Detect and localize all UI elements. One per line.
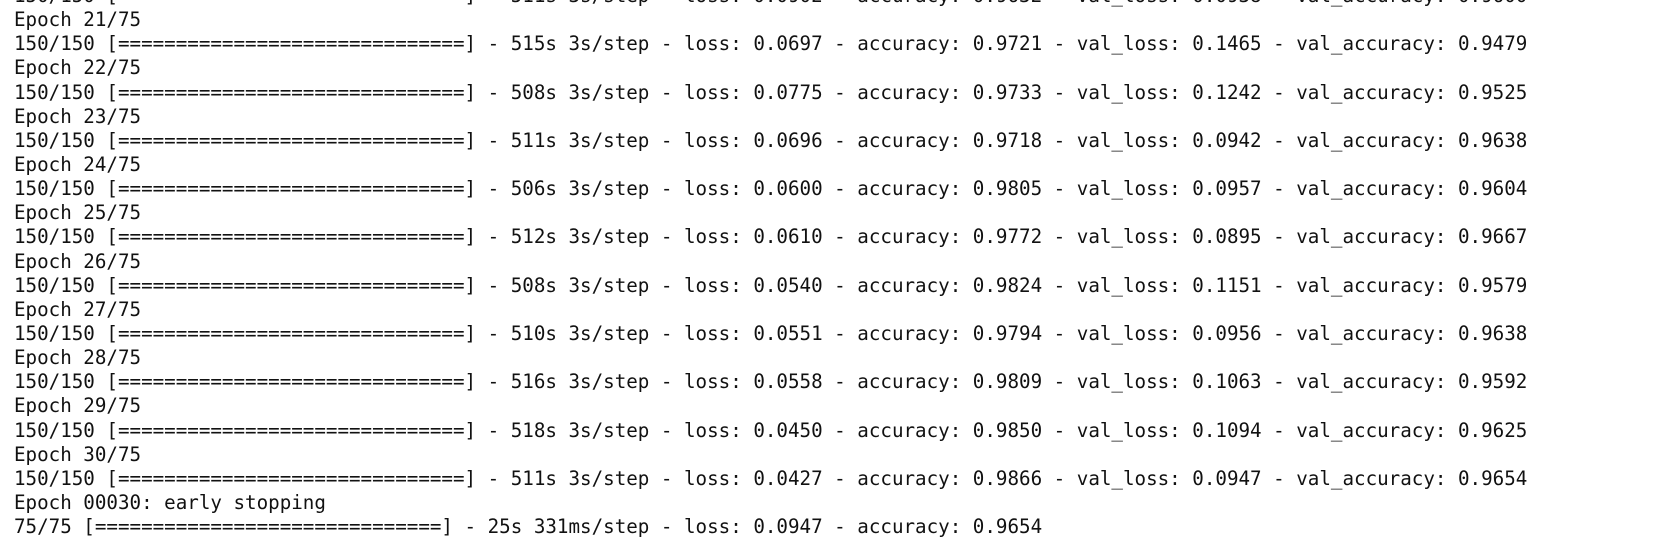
log-line-progress-30: 150/150 [==============================]…: [14, 466, 1528, 490]
log-line-early-stopping: Epoch 00030: early stopping: [14, 490, 326, 514]
log-line-epoch-25: Epoch 25/75: [14, 201, 142, 225]
log-line-epoch-22: Epoch 22/75: [14, 56, 142, 80]
log-line-progress-22: 150/150 [==============================]…: [14, 80, 1528, 104]
log-line-epoch-23: Epoch 23/75: [14, 104, 142, 128]
log-line-progress-20: 150/150 [==============================]…: [14, 0, 1527, 8]
log-line-epoch-21: Epoch 21/75: [14, 8, 142, 32]
terminal-output: 150/150 [==============================]…: [14, 0, 1527, 539]
log-line-progress-28: 150/150 [==============================]…: [14, 370, 1528, 394]
log-line-epoch-24: Epoch 24/75: [14, 152, 142, 176]
log-line-evaluation: 75/75 [==============================] -…: [14, 515, 1043, 539]
log-line-progress-27: 150/150 [==============================]…: [14, 321, 1528, 345]
log-line-progress-21: 150/150 [==============================]…: [14, 32, 1528, 56]
log-line-progress-25: 150/150 [==============================]…: [14, 225, 1528, 249]
log-line-progress-26: 150/150 [==============================]…: [14, 273, 1528, 297]
log-line-epoch-30: Epoch 30/75: [14, 442, 142, 466]
log-line-epoch-28: Epoch 28/75: [14, 346, 142, 370]
log-line-epoch-26: Epoch 26/75: [14, 249, 142, 273]
log-line-epoch-27: Epoch 27/75: [14, 297, 142, 321]
log-line-progress-23: 150/150 [==============================]…: [14, 128, 1528, 152]
log-line-epoch-29: Epoch 29/75: [14, 394, 142, 418]
log-line-progress-29: 150/150 [==============================]…: [14, 418, 1528, 442]
log-line-progress-24: 150/150 [==============================]…: [14, 177, 1528, 201]
